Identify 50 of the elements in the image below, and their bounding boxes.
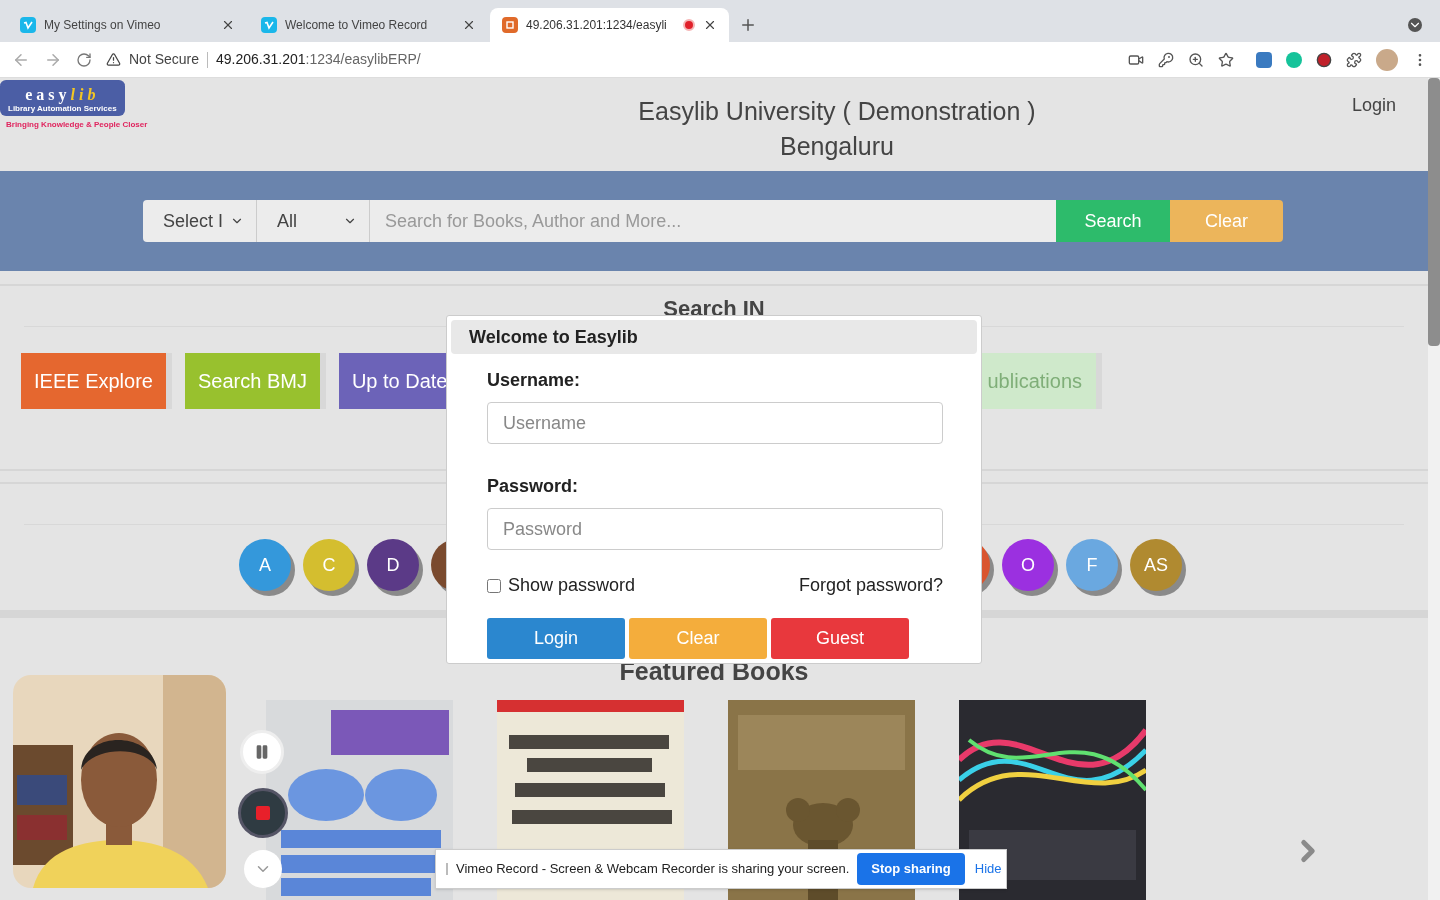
dialog-button[interactable]: Guest: [771, 618, 909, 659]
username-field[interactable]: Username: [487, 402, 943, 444]
tab-title: Welcome to Vimeo Record: [285, 17, 429, 34]
pause-button[interactable]: [240, 730, 284, 774]
tab-title: 49.206.31.201:1234/easyli: [526, 17, 668, 34]
tab-search-icon[interactable]: [1408, 18, 1422, 32]
reload-icon[interactable]: [76, 51, 92, 68]
key-icon[interactable]: [1158, 51, 1174, 68]
scrollbar[interactable]: [1428, 78, 1440, 900]
stop-recording-button[interactable]: [238, 788, 288, 838]
show-password-checkbox[interactable]: [487, 578, 501, 593]
login-link[interactable]: Login: [1351, 92, 1396, 119]
extensions-icon[interactable]: [1346, 51, 1362, 68]
field-label: Username:: [487, 369, 582, 392]
close-icon[interactable]: [703, 18, 717, 32]
stop-sharing-button[interactable]: Stop sharing: [857, 853, 965, 885]
field-label: Password:: [487, 475, 580, 498]
browser-tab[interactable]: 49.206.31.201:1234/easyli: [490, 8, 729, 42]
logo-subtitle: Library Automation Services: [8, 104, 117, 114]
close-icon[interactable]: [462, 18, 476, 32]
warning-icon: [106, 52, 121, 67]
hide-link[interactable]: Hide: [972, 859, 1004, 879]
stop-icon: [256, 806, 270, 820]
zoom-icon[interactable]: [1188, 51, 1204, 68]
forgot-password-link[interactable]: Forgot password?: [798, 572, 943, 599]
dialog-button[interactable]: Login: [487, 618, 625, 659]
university-city: Bengaluru: [780, 131, 894, 162]
site-icon: [502, 17, 518, 33]
dialog-title: Welcome to Easylib: [469, 325, 638, 349]
logo-wordmark: easy lib: [25, 86, 100, 104]
pause-icon: [254, 744, 270, 760]
logo-tagline: Bringing Knowledge & People Closer: [6, 119, 148, 131]
tab-title: My Settings on Vimeo: [44, 17, 162, 34]
vimeo-icon: [20, 17, 36, 33]
checkbox-label: Show password: [508, 574, 636, 597]
scope-select[interactable]: All: [257, 200, 370, 242]
close-icon[interactable]: [221, 18, 235, 32]
browser-tab[interactable]: Welcome to Vimeo Record: [249, 8, 488, 42]
star-icon[interactable]: [1218, 51, 1234, 68]
vimeo-icon: [261, 17, 277, 33]
browser-tab[interactable]: My Settings on Vimeo: [8, 8, 247, 42]
sharing-notice-text: Vimeo Record - Screen & Webcam Recorder is sharing your screen.: [456, 860, 850, 879]
university-title: Easylib University ( Demonstration ): [638, 96, 1036, 127]
search-button[interactable]: Search: [1056, 200, 1170, 242]
new-tab-icon[interactable]: [739, 16, 757, 34]
password-field[interactable]: Password: [487, 508, 943, 550]
record-icon[interactable]: [1316, 51, 1332, 68]
search-field[interactable]: Search for Books, Author and More...: [370, 200, 1056, 242]
type-select[interactable]: Select I: [143, 200, 257, 242]
extension-icon[interactable]: [1256, 51, 1272, 68]
